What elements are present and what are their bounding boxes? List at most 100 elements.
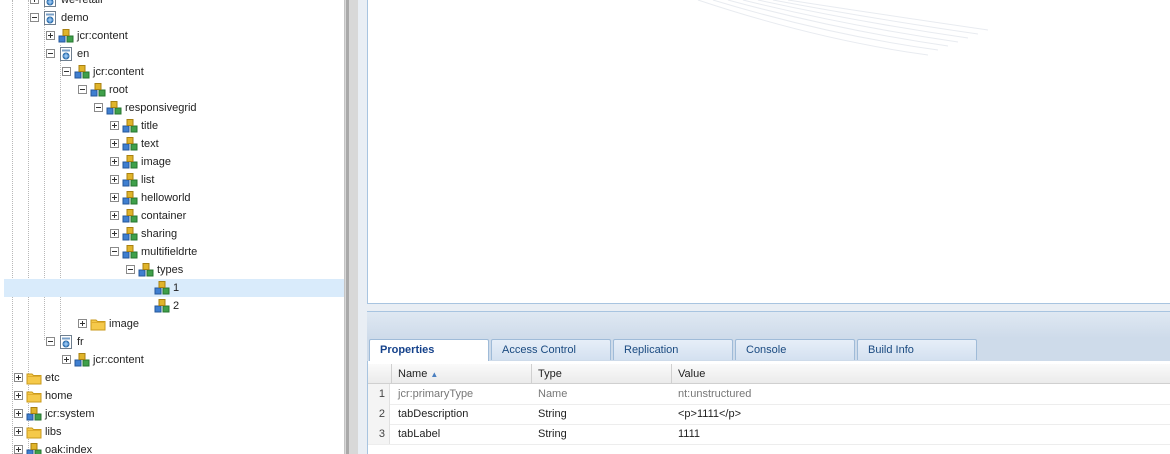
collapse-icon[interactable] — [62, 67, 71, 76]
tree-node[interactable]: jcr:system — [4, 405, 344, 423]
tree-node[interactable]: we-retail — [4, 0, 344, 9]
tree-node[interactable]: demo — [4, 9, 344, 27]
collapse-icon[interactable] — [46, 49, 55, 58]
table-row[interactable]: 1 jcr:primaryType Name nt:unstructured — [368, 384, 1170, 405]
tree-node[interactable]: title — [4, 117, 344, 135]
collapse-icon[interactable] — [78, 85, 87, 94]
expand-icon[interactable] — [110, 121, 119, 130]
tree-node[interactable]: 2 — [4, 297, 344, 315]
expand-icon[interactable] — [78, 319, 87, 328]
node-icon — [122, 190, 138, 206]
node-icon — [122, 154, 138, 170]
tree-node[interactable]: multifieldrte — [4, 243, 344, 261]
expand-icon[interactable] — [62, 355, 71, 364]
tree-node-label: fr — [77, 336, 84, 348]
tree-node-label: text — [141, 138, 159, 150]
collapse-icon[interactable] — [94, 103, 103, 112]
expand-icon[interactable] — [14, 373, 23, 382]
tab-replication[interactable]: Replication — [613, 339, 733, 360]
property-value[interactable]: nt:unstructured — [672, 384, 751, 404]
folder-icon — [90, 316, 106, 332]
tree-node-label: oak:index — [45, 444, 93, 454]
tree-node-label: container — [141, 210, 187, 222]
tree-node[interactable]: types — [4, 261, 344, 279]
splitter-grip[interactable] — [346, 0, 349, 454]
expand-icon[interactable] — [14, 409, 23, 418]
tree-node-label: home — [45, 390, 73, 402]
expand-icon[interactable] — [110, 229, 119, 238]
column-header-value[interactable]: Value — [672, 364, 1170, 384]
collapse-icon[interactable] — [46, 337, 55, 346]
expand-icon[interactable] — [110, 193, 119, 202]
expand-icon[interactable] — [110, 139, 119, 148]
expand-icon[interactable] — [14, 427, 23, 436]
tree-node-label: libs — [45, 426, 62, 438]
tree-node[interactable]: jcr:content — [4, 351, 344, 369]
expand-icon[interactable] — [110, 175, 119, 184]
tree-node[interactable]: etc — [4, 369, 344, 387]
tree-node[interactable]: list — [4, 171, 344, 189]
tree-node[interactable]: jcr:content — [4, 27, 344, 45]
property-value[interactable]: <p>1111</p> — [672, 404, 741, 424]
expand-icon[interactable] — [110, 157, 119, 166]
node-icon — [58, 28, 74, 44]
column-header-label: Name — [398, 368, 428, 380]
tree-node[interactable]: image — [4, 153, 344, 171]
node-icon — [26, 442, 42, 454]
column-header-label: Type — [538, 368, 562, 380]
expand-icon[interactable] — [14, 391, 23, 400]
horizontal-splitter[interactable] — [367, 311, 1170, 338]
column-header-name[interactable]: Name ▲ — [392, 364, 532, 384]
node-icon — [138, 262, 154, 278]
tree-node-label: jcr:system — [45, 408, 95, 420]
tree-node[interactable]: root — [4, 81, 344, 99]
tree-node[interactable]: home — [4, 387, 344, 405]
tab-properties[interactable]: Properties — [369, 339, 489, 362]
tree-node[interactable]: sharing — [4, 225, 344, 243]
tab-access-control[interactable]: Access Control — [491, 339, 611, 360]
expand-icon[interactable] — [14, 445, 23, 454]
expand-icon[interactable] — [46, 31, 55, 40]
property-value[interactable]: 1111 — [672, 424, 700, 444]
tree-node[interactable]: 1 — [4, 279, 344, 297]
tree-node[interactable]: image — [4, 315, 344, 333]
tree-node-label: list — [141, 174, 155, 186]
collapse-icon[interactable] — [110, 247, 119, 256]
tree-node-label: en — [77, 48, 90, 60]
tree-node[interactable]: responsivegrid — [4, 99, 344, 117]
tree-node-label: root — [109, 84, 128, 96]
tree-node[interactable]: jcr:content — [4, 63, 344, 81]
node-icon — [122, 118, 138, 134]
expand-icon[interactable] — [110, 211, 119, 220]
tree-node-label: sharing — [141, 228, 178, 240]
tree-node[interactable]: en — [4, 45, 344, 63]
tree-node[interactable]: helloworld — [4, 189, 344, 207]
collapse-icon[interactable] — [126, 265, 135, 274]
tree-node[interactable]: container — [4, 207, 344, 225]
collapse-icon[interactable] — [30, 13, 39, 22]
property-name: tabDescription — [398, 408, 469, 420]
table-row[interactable]: 3 tabLabel String 1111 — [368, 424, 1170, 445]
expand-icon[interactable] — [30, 0, 39, 4]
tree-node-label: 1 — [173, 282, 180, 294]
property-type: Name — [538, 388, 568, 400]
folder-icon — [26, 424, 42, 440]
column-header-type[interactable]: Type — [532, 364, 672, 384]
tab-build-info[interactable]: Build Info — [857, 339, 977, 360]
tree-node[interactable]: fr — [4, 333, 344, 351]
table-row[interactable]: 2 tabDescription String <p>1111</p> — [368, 404, 1170, 425]
tree-node-label: jcr:content — [93, 66, 144, 78]
node-icon — [122, 244, 138, 260]
row-number: 2 — [368, 404, 390, 424]
node-icon — [122, 136, 138, 152]
tree-node[interactable]: text — [4, 135, 344, 153]
repository-tree: we-retail demo jcr:content en jcr:content roo… — [0, 0, 344, 454]
properties-grid: Name ▲ Type Value 1 jcr:primaryType Name nt:… — [367, 361, 1170, 454]
folder-icon — [26, 388, 42, 404]
property-type: String — [538, 428, 567, 440]
tree-node[interactable]: libs — [4, 423, 344, 441]
tree-node-label: demo — [61, 12, 89, 24]
row-number: 3 — [368, 424, 390, 444]
tree-node[interactable]: oak:index — [4, 441, 344, 454]
tab-console[interactable]: Console — [735, 339, 855, 360]
